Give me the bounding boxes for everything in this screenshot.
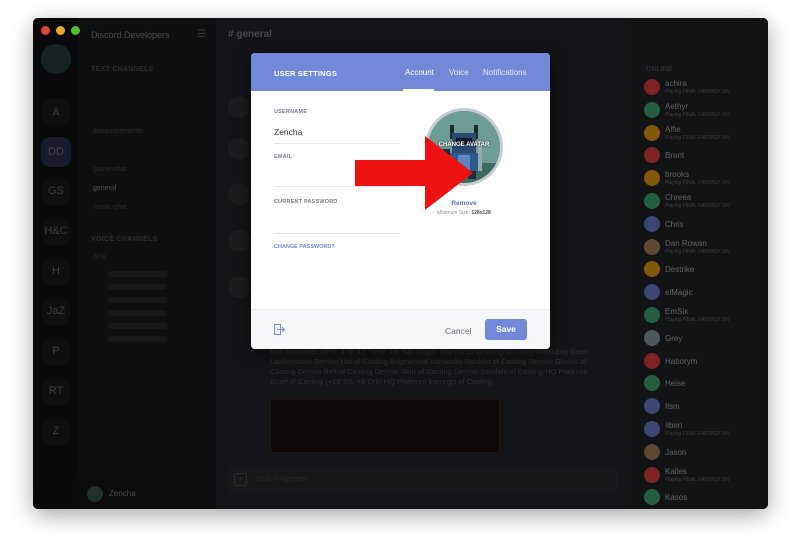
app-window: A DD GS H&C H JaZ P RT Z Discord Develop… xyxy=(33,18,768,509)
min-size-hint: Minimum Size: 128x128 xyxy=(414,210,514,216)
minimize-dot[interactable] xyxy=(56,26,65,35)
close-dot[interactable] xyxy=(41,26,50,35)
username-field[interactable]: Zencha xyxy=(274,127,302,137)
tab-account[interactable]: Account xyxy=(405,68,434,77)
window-controls xyxy=(41,26,80,35)
email-label: EMAIL xyxy=(274,154,293,160)
tab-notifications[interactable]: Notifications xyxy=(483,68,527,77)
username-label: USERNAME xyxy=(274,109,308,115)
change-password-link[interactable]: CHANGE PASSWORD? xyxy=(274,244,335,250)
tab-voice[interactable]: Voice xyxy=(449,68,469,77)
maximize-dot[interactable] xyxy=(71,26,80,35)
min-size-value: 128x128 xyxy=(471,210,491,216)
logout-icon[interactable] xyxy=(274,324,285,335)
active-tab-indicator xyxy=(403,89,434,91)
current-password-label: CURRENT PASSWORD xyxy=(274,199,338,205)
current-password-field[interactable] xyxy=(274,233,400,234)
modal-title: USER SETTINGS xyxy=(274,69,338,78)
modal-header: USER SETTINGS Account Voice Notification… xyxy=(251,53,550,91)
save-button[interactable]: Save xyxy=(485,319,527,340)
red-arrow-icon xyxy=(355,136,473,210)
cancel-button[interactable]: Cancel xyxy=(445,326,471,336)
modal-footer: Cancel Save xyxy=(251,309,550,349)
min-size-label: Minimum Size: xyxy=(437,210,472,216)
